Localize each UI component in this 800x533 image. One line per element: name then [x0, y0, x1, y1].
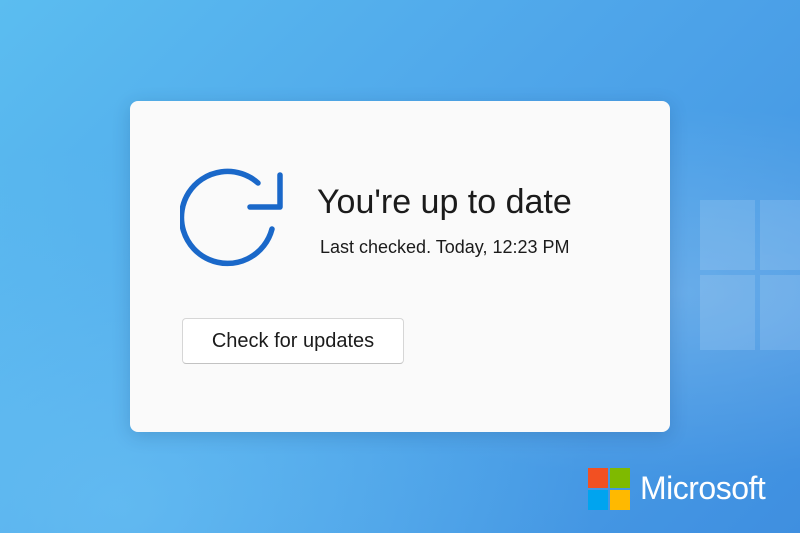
check-for-updates-button[interactable]: Check for updates — [182, 318, 404, 364]
microsoft-logo-icon — [588, 468, 630, 510]
microsoft-wordmark: Microsoft — [640, 470, 766, 506]
sync-icon — [180, 168, 283, 267]
background-window-logo — [700, 200, 800, 350]
update-status-card: You're up to date Last checked. Today, 1… — [130, 101, 670, 432]
status-title: You're up to date — [317, 183, 572, 221]
last-checked-text: Last checked. Today, 12:23 PM — [320, 237, 570, 257]
